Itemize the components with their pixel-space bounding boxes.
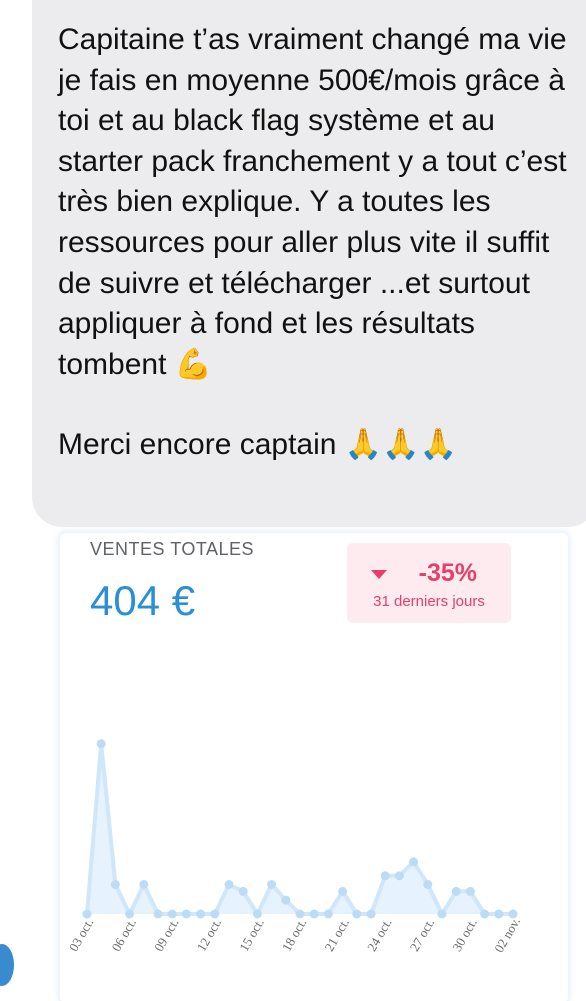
chart-area [87,743,513,914]
data-point [281,895,291,905]
data-point [224,880,234,889]
data-point [494,909,504,919]
data-point [323,909,333,919]
x-tick-label: 06 oct. [108,916,139,954]
x-axis-ticks: 03 oct. 06 oct. 09 oct. 12 oct. 15 oct. 18 oc… [66,914,523,955]
data-point [338,886,348,896]
message-paragraph-text: Capitaine t’as vraiment changé ma vie je… [58,23,567,381]
x-tick-label: 27 oct. [407,916,438,954]
data-point [451,886,461,896]
screenshot: Capitaine t’as vraiment changé ma vie je… [0,0,586,1001]
message-closing: Merci encore captain 🙏🙏🙏 [58,425,568,466]
data-point [181,909,191,919]
avatar-edge [0,944,14,986]
data-point [380,871,390,881]
data-point [394,871,404,881]
x-tick-label: 09 oct. [151,916,182,954]
data-point [153,909,163,919]
sales-chart: 03 oct. 06 oct. 09 oct. 12 oct. 15 oct. 18 oc… [66,739,523,955]
data-point [139,880,149,889]
sales-card: VENTES TOTALES 404 € -35% 31 derniers jo… [60,533,568,1001]
data-point [423,880,433,889]
x-tick-label: 03 oct. [66,916,97,954]
x-tick-label: 24 oct. [364,916,395,954]
message-text: Capitaine t’as vraiment changé ma vie je… [58,20,568,466]
x-tick-label: 30 oct. [449,916,480,954]
data-point [465,886,475,896]
praying-hands-emoji: 🙏🙏🙏 [344,428,457,462]
message-closing-text: Merci encore captain [58,428,337,462]
x-tick-label: 02 nov. [491,914,523,955]
flexed-biceps-emoji: 💪 [174,347,213,381]
data-point [267,880,277,889]
x-tick-label: 12 oct. [194,916,225,954]
message-paragraph: Capitaine t’as vraiment changé ma vie je… [58,20,568,385]
data-point [437,909,447,919]
x-tick-label: 15 oct. [236,916,267,954]
data-point [480,909,490,919]
data-point [110,880,120,889]
x-tick-label: 21 oct. [321,916,352,954]
data-point [352,909,362,919]
data-point [309,909,319,919]
data-point [366,909,376,919]
data-point [409,857,419,867]
data-point [238,886,248,896]
data-point [96,739,106,749]
data-point [196,909,206,919]
chart-line [85,741,513,916]
x-tick-label: 18 oct. [279,916,310,954]
